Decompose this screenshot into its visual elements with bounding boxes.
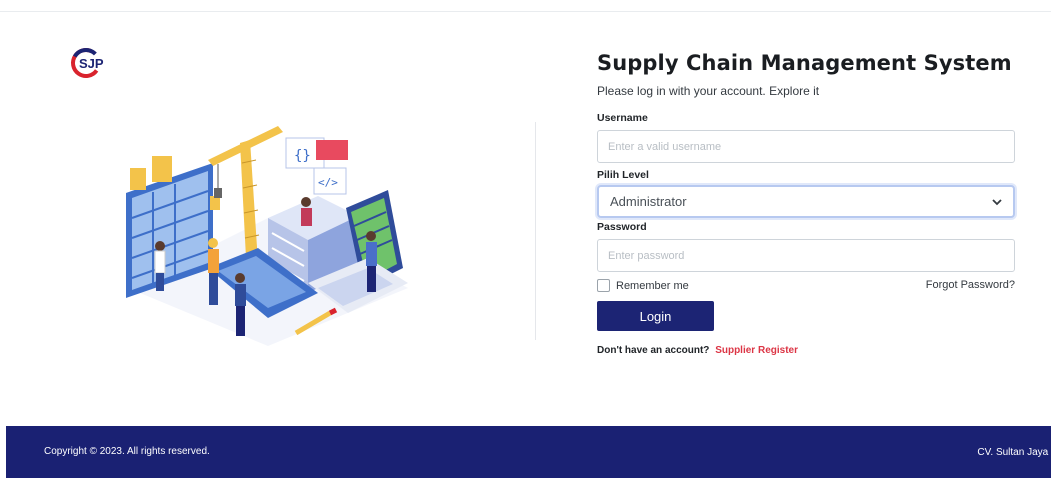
footer-copyright: Copyright © 2023. All rights reserved.: [44, 446, 210, 457]
username-input[interactable]: Enter a valid username: [597, 130, 1015, 163]
forgot-password-link[interactable]: Forgot Password?: [926, 279, 1015, 291]
level-selected-value: Administrator: [610, 194, 687, 209]
login-button[interactable]: Login: [597, 301, 714, 331]
password-input[interactable]: Enter password: [597, 239, 1015, 272]
password-label: Password: [597, 221, 647, 233]
level-select[interactable]: Administrator: [597, 185, 1015, 218]
chevron-down-icon: [992, 198, 1002, 205]
username-label: Username: [597, 112, 648, 124]
vertical-divider: [535, 122, 536, 340]
login-form: Supply Chain Management System Please lo…: [597, 50, 1017, 356]
supplier-register-link[interactable]: Supplier Register: [715, 345, 798, 356]
username-placeholder: Enter a valid username: [608, 140, 722, 153]
svg-text:</>: </>: [318, 176, 338, 189]
footer-company: CV. Sultan Jaya Pertiwi: [977, 447, 1051, 458]
password-placeholder: Enter password: [608, 249, 685, 262]
register-prompt-text: Don't have an account?: [597, 345, 710, 356]
svg-text:{}: {}: [294, 148, 311, 164]
level-label: Pilih Level: [597, 169, 649, 181]
remember-me[interactable]: Remember me: [597, 279, 689, 292]
footer: Copyright © 2023. All rights reserved. C…: [6, 426, 1051, 478]
register-prompt: Don't have an account? Supplier Register: [597, 345, 798, 356]
remember-label: Remember me: [616, 279, 689, 292]
page-subtitle: Please log in with your account. Explore…: [597, 84, 820, 98]
top-divider: [0, 11, 1051, 12]
warehouse-illustration: {} </>: [118, 118, 418, 348]
page-title: Supply Chain Management System: [597, 51, 1012, 75]
logo: SJP: [70, 46, 134, 80]
remember-checkbox[interactable]: [597, 279, 610, 292]
svg-text:SJP: SJP: [79, 56, 104, 71]
